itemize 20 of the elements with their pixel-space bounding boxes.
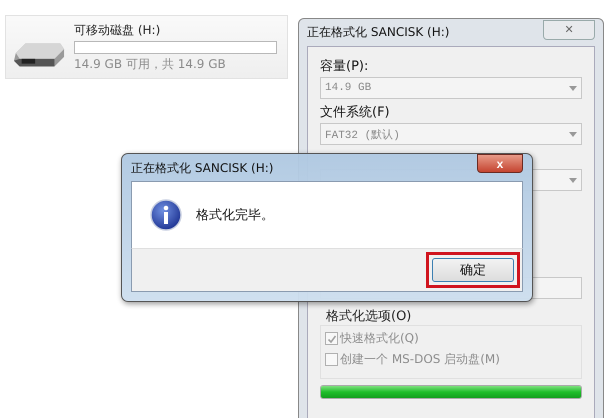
dropdown[interactable]: 14.9 GB <box>320 77 582 99</box>
group-label: 格式化选项(O) <box>326 308 412 325</box>
window-title: 正在格式化 SANCISK (H:) <box>307 24 450 41</box>
dialog-title: 正在格式化 SANCISK (H:) <box>131 160 274 177</box>
info-icon <box>150 199 182 231</box>
dropdown-arrow-icon <box>569 132 577 136</box>
field-label: 容量(P): <box>320 58 370 76</box>
message-text: 格式化完毕。 <box>196 207 274 224</box>
field-label: 文件系统(F) <box>320 104 391 122</box>
checkbox-label: 创建一个 MS-DOS 启动盘(M) <box>340 351 500 368</box>
ok-button[interactable]: 确定 <box>432 258 514 282</box>
dropdown[interactable]: FAT32 (默认) <box>320 123 582 145</box>
close-button[interactable]: x <box>477 154 523 173</box>
drive-tile[interactable]: 可移动磁盘 (H:) 14.9 GB 可用，共 14.9 GB <box>5 15 288 79</box>
drive-name: 可移动磁盘 (H:) <box>74 22 162 38</box>
close-button[interactable]: ✕ <box>543 20 595 40</box>
dropdown-arrow-icon <box>569 86 577 90</box>
checkbox-label: 快速格式化(Q) <box>340 330 419 347</box>
drive-space-text: 14.9 GB 可用，共 14.9 GB <box>74 56 227 72</box>
dropdown-arrow-icon <box>569 178 577 182</box>
